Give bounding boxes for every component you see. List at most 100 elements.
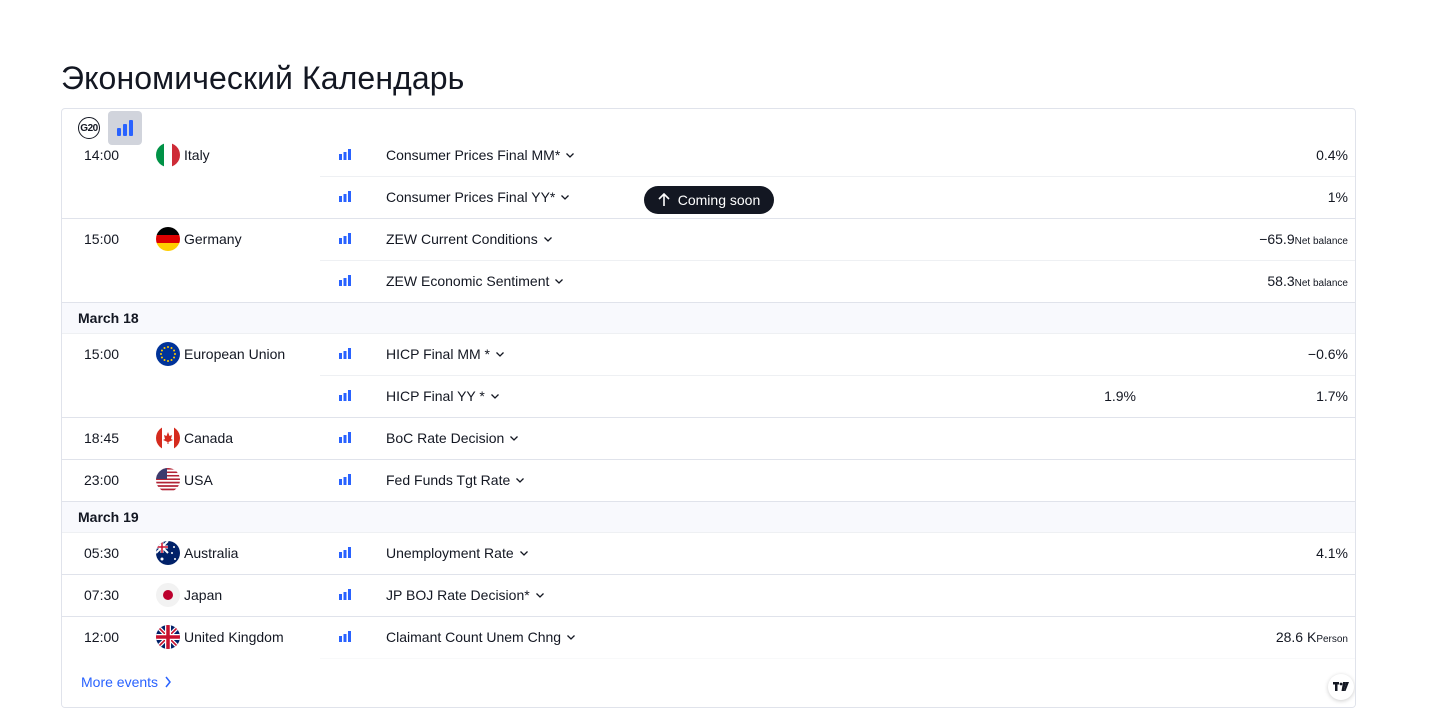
- importance-icon: [339, 191, 351, 202]
- chevron-down-icon: [490, 394, 499, 399]
- chevron-down-icon: [519, 551, 528, 556]
- country-name: USA: [184, 472, 213, 488]
- actual-value: −65.9Net balance: [1259, 231, 1348, 247]
- event-name[interactable]: Unemployment Rate: [386, 545, 529, 561]
- event-name-text: JP BOJ Rate Decision*: [386, 587, 530, 603]
- actual-number: −0.6%: [1307, 346, 1348, 362]
- country: Italy: [156, 143, 210, 167]
- country-name: Japan: [184, 587, 223, 603]
- chevron-right-icon: [165, 676, 172, 688]
- event-name-text: Unemployment Rate: [386, 545, 514, 561]
- chevron-down-icon: [567, 635, 576, 640]
- country-name: Canada: [184, 430, 234, 446]
- tradingview-logo[interactable]: [1328, 674, 1354, 700]
- country-name: United Kingdom: [184, 629, 284, 645]
- actual-value: 0.4%: [1316, 147, 1348, 163]
- importance-icon: [339, 631, 351, 642]
- table-row[interactable]: 07:30 Japan JP BOJ Rate Decision*: [62, 575, 1355, 617]
- flag-us-icon: [156, 468, 180, 491]
- country: Germany: [156, 227, 242, 251]
- event-name[interactable]: Fed Funds Tgt Rate: [386, 472, 525, 488]
- chevron-down-icon: [516, 478, 525, 483]
- table-row[interactable]: 12:00 United Kingdom Claimant Count Unem C…: [62, 617, 1355, 659]
- g20-filter-button[interactable]: G20: [72, 111, 106, 145]
- importance-filter-button[interactable]: [108, 111, 142, 145]
- table-row[interactable]: 23:00 USA Fed Funds Tgt Rate: [62, 460, 1355, 502]
- tooltip-label: Coming soon: [677, 192, 761, 208]
- table-row[interactable]: 15:00 Germany ZEW Current Conditions −65.9N…: [62, 219, 1355, 261]
- table-row[interactable]: ZEW Economic Sentiment 58.3Net balance: [62, 260, 1355, 303]
- arrow-up-icon: [658, 193, 670, 206]
- chevron-down-icon: [510, 436, 519, 441]
- event-name-text: Claimant Count Unem Chng: [386, 629, 562, 645]
- actual-value: 1.7%: [1316, 388, 1348, 404]
- event-time: 23:00: [84, 472, 120, 488]
- country: United Kingdom: [156, 625, 284, 649]
- actual-value: 4.1%: [1316, 545, 1348, 561]
- chevron-down-icon: [566, 153, 575, 158]
- event-name-text: Fed Funds Tgt Rate: [386, 472, 511, 488]
- importance-icon: [339, 589, 351, 600]
- table-row[interactable]: 05:30 Australia Unemployment Rate 4.1%: [62, 533, 1355, 575]
- country: European Union: [156, 342, 285, 366]
- flag-ca-icon: [156, 426, 180, 450]
- importance-icon: [339, 149, 351, 160]
- more-events-link[interactable]: More events: [81, 674, 172, 690]
- actual-number: 4.1%: [1316, 545, 1348, 561]
- events-table: 14:00 Italy Consumer Prices Final MM* 0.4% C…: [62, 135, 1355, 701]
- event-name[interactable]: Consumer Prices Final MM*: [386, 147, 575, 163]
- event-time: 05:30: [84, 545, 120, 561]
- date-row: March 19: [62, 502, 1355, 533]
- event-time: 07:30: [84, 587, 120, 603]
- actual-number: 58.3: [1267, 273, 1295, 289]
- importance-icon: [339, 547, 351, 558]
- event-name[interactable]: ZEW Current Conditions: [386, 231, 553, 247]
- actual-unit: Net balance: [1294, 278, 1348, 289]
- page-title: Экономический Календарь: [61, 60, 465, 96]
- country: Japan: [156, 583, 222, 607]
- event-time: 18:45: [84, 430, 120, 446]
- event-name[interactable]: HICP Final YY *: [386, 388, 500, 404]
- event-time: 15:00: [84, 231, 120, 247]
- more-events-label: More events: [81, 674, 159, 690]
- table-row[interactable]: 14:00 Italy Consumer Prices Final MM* 0.4%: [62, 135, 1355, 177]
- importance-icon: [339, 348, 351, 359]
- actual-value: 58.3Net balance: [1267, 273, 1348, 289]
- event-name-text: HICP Final MM *: [386, 346, 490, 362]
- chevron-down-icon: [535, 593, 544, 598]
- table-row[interactable]: HICP Final YY * 1.9% 1.7%: [62, 375, 1355, 418]
- actual-unit: Net balance: [1294, 236, 1348, 247]
- flag-it-icon: [156, 143, 180, 167]
- actual-value: 28.6 KPerson: [1276, 629, 1348, 645]
- actual-value: −0.6%: [1308, 346, 1348, 362]
- event-name-text: HICP Final YY *: [386, 388, 485, 404]
- flag-au-icon: [156, 541, 180, 565]
- flag-eu-icon: [156, 342, 180, 366]
- chevron-down-icon: [543, 237, 552, 242]
- table-row[interactable]: 15:00 European Union HICP Final MM * −0.6%: [62, 334, 1355, 376]
- event-name[interactable]: Claimant Count Unem Chng: [386, 629, 576, 645]
- event-name[interactable]: JP BOJ Rate Decision*: [386, 587, 545, 603]
- chevron-down-icon: [496, 352, 504, 357]
- actual-number: 1%: [1327, 189, 1348, 205]
- importance-icon: [339, 474, 351, 485]
- table-row[interactable]: 18:45 Canada BoC Rate Decision: [62, 418, 1355, 460]
- importance-icon: [339, 390, 351, 401]
- event-name-text: ZEW Current Conditions: [386, 231, 538, 247]
- tradingview-logo-icon: [1333, 682, 1349, 691]
- event-time: 15:00: [84, 346, 120, 362]
- importance-icon: [339, 275, 351, 286]
- actual-value: 1%: [1328, 189, 1348, 205]
- actual-number: 1.7%: [1316, 388, 1348, 404]
- event-name[interactable]: ZEW Economic Sentiment: [386, 273, 564, 289]
- event-name[interactable]: HICP Final MM *: [386, 346, 505, 362]
- actual-number: −65.9: [1259, 231, 1295, 247]
- flag-jp-icon: [156, 583, 180, 607]
- event-name[interactable]: BoC Rate Decision: [386, 430, 519, 446]
- country: USA: [156, 468, 213, 492]
- bar-chart-icon: [117, 120, 133, 136]
- event-name-text: BoC Rate Decision: [386, 430, 505, 446]
- flag-gb-icon: [156, 625, 180, 649]
- country: Australia: [156, 541, 238, 565]
- event-name[interactable]: Consumer Prices Final YY*: [386, 189, 570, 205]
